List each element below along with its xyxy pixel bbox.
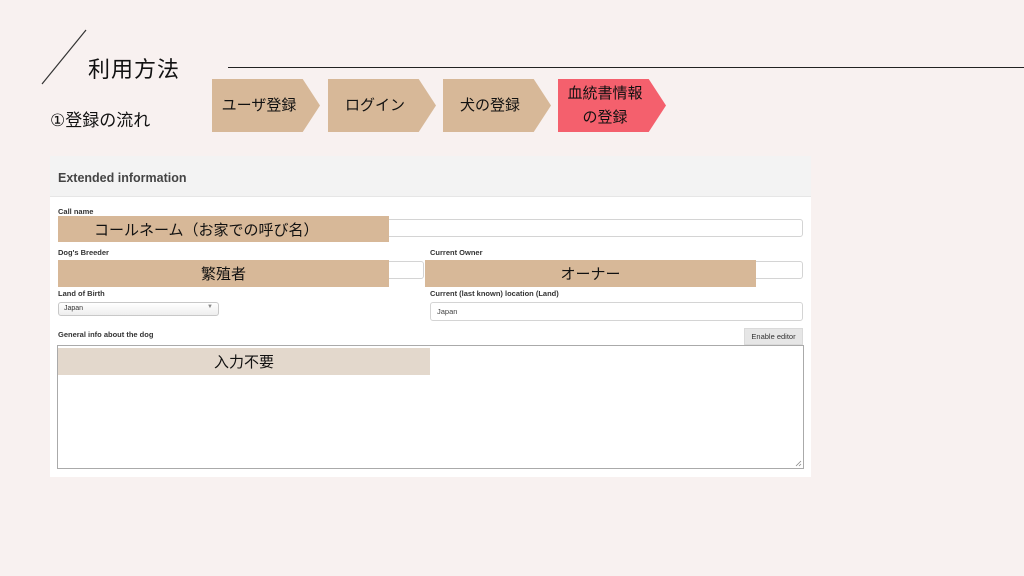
location-input[interactable]: Japan <box>430 302 803 321</box>
step-dog-registration: 犬の登録 <box>443 79 551 132</box>
land-of-birth-label: Land of Birth <box>58 289 105 298</box>
page-title: 利用方法 <box>88 58 181 83</box>
location-label: Current (last known) location (Land) <box>430 289 559 298</box>
step-login: ログイン <box>328 79 436 132</box>
general-info-label: General info about the dog <box>58 330 154 339</box>
resize-handle-icon[interactable] <box>795 460 802 467</box>
annotation-owner: オーナー <box>425 260 756 287</box>
step-user-registration: ユーザ登録 <box>212 79 320 132</box>
land-of-birth-select[interactable]: Japan ▼ <box>58 302 219 316</box>
enable-editor-button[interactable]: Enable editor <box>744 328 803 345</box>
owner-label: Current Owner <box>430 248 483 257</box>
annotation-general-info: 入力不要 <box>58 348 430 375</box>
panel-header: Extended information <box>50 156 811 197</box>
call-name-label: Call name <box>58 207 94 216</box>
panel-title: Extended information <box>58 171 187 185</box>
decorative-slash <box>41 29 87 85</box>
annotation-call-name: コールネーム（お家での呼び名） <box>58 216 389 242</box>
chevron-down-icon: ▼ <box>207 304 213 310</box>
step-pedigree-registration: 血統書情報 の登録 <box>558 79 666 132</box>
title-divider <box>228 67 1024 68</box>
annotation-breeder: 繁殖者 <box>58 260 389 287</box>
land-of-birth-value: Japan <box>64 305 84 312</box>
breeder-label: Dog's Breeder <box>58 248 109 257</box>
page-subtitle: ①登録の流れ <box>50 111 151 131</box>
extended-information-panel: Extended information Call name Dog's Bre… <box>50 156 811 477</box>
